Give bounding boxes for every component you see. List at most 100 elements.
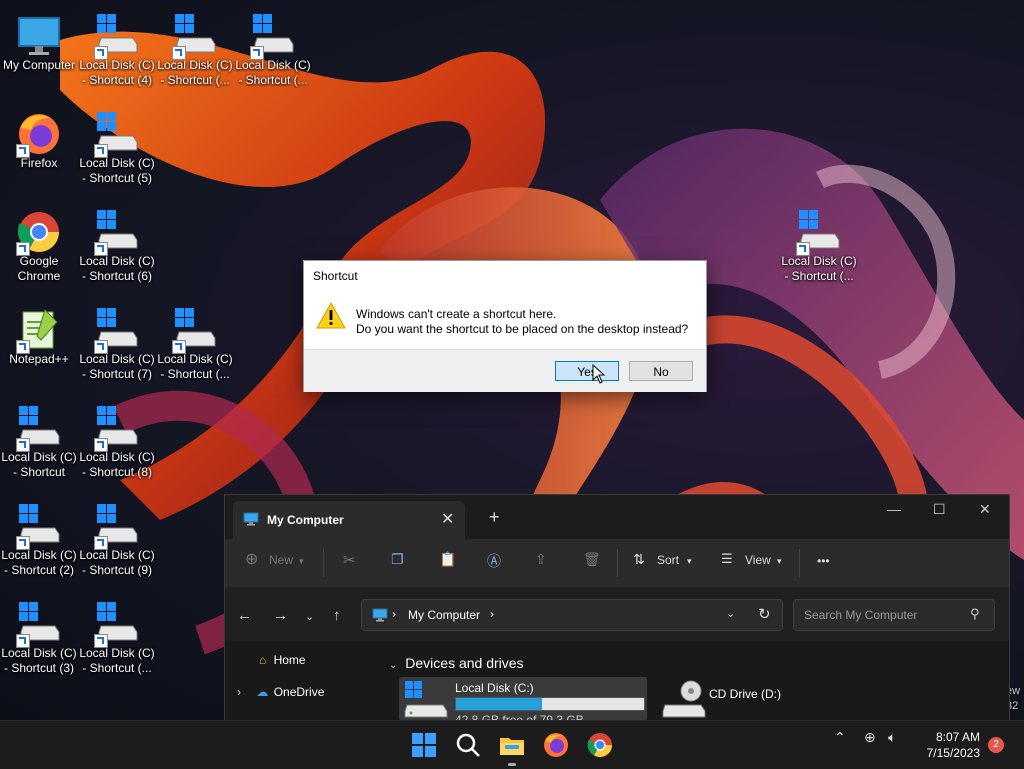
copy-icon[interactable]: ❐ xyxy=(391,551,404,568)
firefox-icon[interactable] xyxy=(542,731,570,759)
active-app-indicator xyxy=(508,763,516,766)
cloud-icon: ☁ xyxy=(256,685,269,699)
chevron-down-icon: ▾ xyxy=(777,556,782,566)
desktop-icon[interactable]: Local Disk (C) - Shortcut (7) xyxy=(78,300,156,390)
dialog-body: Windows can't create a shortcut here. Do… xyxy=(304,291,706,349)
chevron-down-icon: ▾ xyxy=(299,556,304,566)
new-button[interactable]: New xyxy=(269,553,293,567)
clock[interactable]: 8:07 AM 7/15/2023 xyxy=(910,729,980,761)
desktop-icon-label: Local Disk (C) - Shortcut (... xyxy=(79,646,155,675)
sort-icon: ⇅ xyxy=(633,551,645,567)
search-input[interactable]: Search My Computer ⚲ xyxy=(793,599,995,631)
chrome-icon[interactable] xyxy=(586,731,614,759)
desktop-icon[interactable]: Firefox xyxy=(0,104,78,194)
new-tab-icon[interactable]: + xyxy=(489,507,500,528)
desktop-icon[interactable]: Local Disk (C) - Shortcut xyxy=(0,398,78,488)
monitor-icon xyxy=(15,12,63,60)
share-icon[interactable]: ⇪ xyxy=(535,551,547,568)
drive-local-disk-c[interactable]: Local Disk (C:) 42.8 GB free of 79.3 GB xyxy=(399,677,647,721)
paste-icon[interactable]: 📋 xyxy=(439,551,456,568)
new-icon[interactable]: ⊕ xyxy=(245,549,258,569)
tab-title: My Computer xyxy=(267,513,344,527)
shortcut-dialog: Shortcut Windows can't create a shortcut… xyxy=(303,260,707,392)
start-icon[interactable] xyxy=(410,731,438,759)
breadcrumb[interactable]: My Computer xyxy=(408,608,480,622)
desktop-icon-label: Local Disk (C) - Shortcut (... xyxy=(781,254,857,283)
show-hidden-icons-icon[interactable]: ⌃ xyxy=(834,729,846,746)
dialog-message: Windows can't create a shortcut here. Do… xyxy=(356,307,688,337)
no-button[interactable]: No xyxy=(629,361,693,381)
desktop-icon[interactable]: Local Disk (C) - Shortcut (4) xyxy=(78,6,156,96)
volume-icon[interactable]: 🔈︎ xyxy=(888,729,896,746)
notification-badge[interactable]: 2 xyxy=(988,737,1004,753)
cut-icon[interactable]: ✂ xyxy=(343,551,356,569)
monitor-icon xyxy=(243,512,259,526)
tab-my-computer[interactable]: My Computer ✕ xyxy=(233,501,465,539)
file-explorer-window: My Computer ✕ + — ☐ ✕ ⊕ New ▾ ✂ ❐ 📋 Ⓐ ⇪ … xyxy=(224,494,1010,722)
drive-d-name: CD Drive (D:) xyxy=(709,687,781,701)
desktop-icon[interactable]: Local Disk (C) - Shortcut (... xyxy=(78,594,156,684)
desktop-icon-label: Local Disk (C) - Shortcut (... xyxy=(157,352,233,381)
search-icon: ⚲ xyxy=(970,606,980,621)
desktop-icon[interactable]: Local Disk (C) - Shortcut (2) xyxy=(0,496,78,586)
desktop-icon[interactable]: Local Disk (C) - Shortcut (6) xyxy=(78,202,156,292)
clock-date: 7/15/2023 xyxy=(926,746,980,760)
refresh-icon[interactable]: ↻ xyxy=(758,605,771,623)
desktop-icon-label: Local Disk (C) - Shortcut (2) xyxy=(1,548,77,577)
nav-item-home[interactable]: ⌂ Home xyxy=(259,653,306,667)
minimize-icon[interactable]: — xyxy=(887,501,901,517)
nav-item-onedrive[interactable]: › ☁ OneDrive xyxy=(237,685,324,699)
desktop-icon[interactable]: Local Disk (C) - Shortcut (... xyxy=(156,6,234,96)
desktop-icon[interactable]: Local Disk (C) - Shortcut (9) xyxy=(78,496,156,586)
desktop-icon[interactable]: Notepad++ xyxy=(0,300,78,390)
desktop-icon[interactable]: Local Disk (C) - Shortcut (8) xyxy=(78,398,156,488)
rename-icon[interactable]: Ⓐ xyxy=(487,551,501,571)
desktop-icon[interactable]: Google Chrome xyxy=(0,202,78,292)
file-explorer-icon[interactable] xyxy=(498,731,526,759)
dialog-message-line2: Do you want the shortcut to be placed on… xyxy=(356,322,689,336)
dialog-title: Shortcut xyxy=(313,269,358,283)
desktop-icon-label: Local Disk (C) - Shortcut (4) xyxy=(79,58,155,87)
address-bar[interactable]: › My Computer › ⌄ ↻ xyxy=(361,599,783,631)
desktop-icon[interactable]: Local Disk (C) - Shortcut (... xyxy=(234,6,312,96)
view-button[interactable]: View xyxy=(745,553,771,567)
nav-home-label: Home xyxy=(273,653,306,667)
address-dropdown-icon[interactable]: ⌄ xyxy=(726,607,735,620)
desktop-icon-label: Local Disk (C) - Shortcut (9) xyxy=(79,548,155,577)
sort-button[interactable]: Sort xyxy=(657,553,679,567)
desktop-icon-label: Local Disk (C) - Shortcut xyxy=(1,450,77,479)
search-icon[interactable] xyxy=(454,731,482,759)
forward-icon[interactable]: → xyxy=(273,607,288,624)
desktop-icon-label: Local Disk (C) - Shortcut (... xyxy=(157,58,233,87)
chevron-down-icon: ▾ xyxy=(687,556,692,566)
section-devices-and-drives[interactable]: ⌄ Devices and drives xyxy=(389,655,524,671)
delete-icon[interactable]: 🗑 xyxy=(583,551,601,568)
cd-drive-icon xyxy=(662,680,706,718)
mouse-cursor-icon xyxy=(592,364,606,384)
desktop-icon[interactable]: Local Disk (C) - Shortcut (5) xyxy=(78,104,156,194)
monitor-icon xyxy=(372,608,388,622)
more-options-button[interactable]: ••• xyxy=(817,554,830,568)
maximize-icon[interactable]: ☐ xyxy=(933,501,946,518)
desktop-icon[interactable]: Local Disk (C) - Shortcut (... xyxy=(780,202,858,292)
back-icon[interactable]: ← xyxy=(237,607,252,624)
recent-locations-icon[interactable]: ⌄ xyxy=(305,610,314,623)
section-title: Devices and drives xyxy=(405,655,524,671)
up-icon[interactable]: ↑ xyxy=(333,607,341,624)
desktop-icon[interactable]: Local Disk (C) - Shortcut (... xyxy=(156,300,234,390)
close-tab-icon[interactable]: ✕ xyxy=(441,509,454,529)
desktop-icon[interactable]: Local Disk (C) - Shortcut (3) xyxy=(0,594,78,684)
drive-cd-d[interactable]: CD Drive (D:) xyxy=(659,677,819,721)
chevron-right-icon[interactable]: › xyxy=(237,685,241,699)
drive-c-name: Local Disk (C:) xyxy=(455,681,534,695)
network-icon[interactable]: ⊕ xyxy=(864,729,876,746)
desktop-icon-label: Google Chrome xyxy=(17,254,61,283)
close-window-icon[interactable]: ✕ xyxy=(979,501,991,518)
desktop-icon-label: Local Disk (C) - Shortcut (6) xyxy=(79,254,155,283)
yes-button[interactable]: Yes xyxy=(555,361,619,381)
desktop-icon[interactable]: My Computer xyxy=(0,6,78,96)
warning-icon xyxy=(316,301,346,329)
address-bar-row: ← → ⌄ ↑ › My Computer › ⌄ ↻ Search My Co… xyxy=(225,587,1009,641)
command-bar: ⊕ New ▾ ✂ ❐ 📋 Ⓐ ⇪ 🗑 ⇅ Sort ▾ ☰ View ▾ ••… xyxy=(225,539,1009,588)
breadcrumb-chevron-icon[interactable]: › xyxy=(490,607,494,621)
